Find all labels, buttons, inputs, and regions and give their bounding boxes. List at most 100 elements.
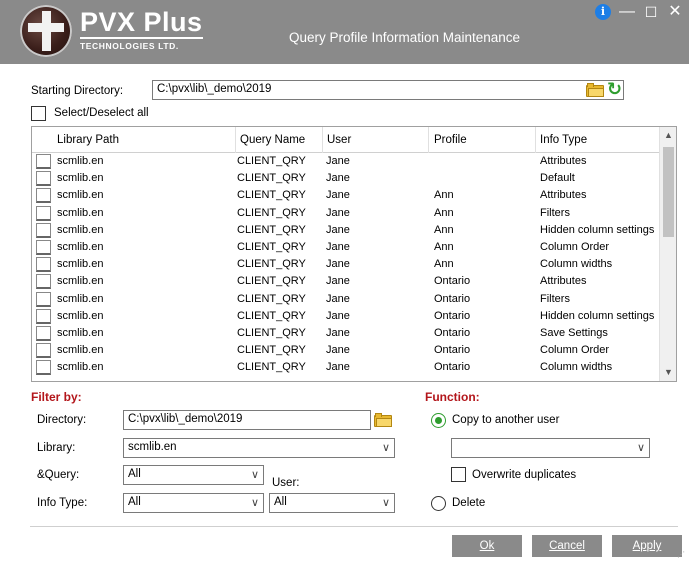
cell-library-path: scmlib.en	[57, 223, 104, 236]
filter-user-value: All	[274, 496, 287, 508]
cell-info-type: Save Settings	[540, 327, 608, 339]
resize-grip-icon[interactable]: ⋰	[677, 551, 687, 562]
select-all-checkbox[interactable]	[31, 106, 46, 121]
grid-header: Library Path Query Name User Profile Inf…	[32, 127, 660, 153]
row-checkbox[interactable]	[36, 240, 51, 255]
filter-by-title: Filter by:	[31, 390, 82, 404]
cell-profile: Ann	[434, 189, 454, 202]
delete-label: Delete	[452, 497, 486, 509]
cell-library-path: scmlib.en	[57, 275, 104, 288]
row-checkbox[interactable]	[36, 154, 51, 169]
row-checkbox[interactable]	[36, 205, 51, 221]
filter-library-label: Library:	[37, 442, 76, 454]
target-user-select[interactable]: ∨	[451, 438, 650, 458]
column-header-user[interactable]: User	[323, 127, 429, 153]
row-checkbox[interactable]	[36, 188, 51, 204]
grid-vertical-scrollbar[interactable]: ▲ ▼	[659, 127, 676, 381]
maximize-button[interactable]: ☐	[643, 4, 659, 20]
cell-query-name: CLIENT_QRY	[237, 258, 306, 271]
folder-icon[interactable]	[586, 83, 604, 97]
delete-radio[interactable]	[431, 496, 446, 511]
table-row[interactable]: scmlib.en CLIENT_QRY Jane Ann Column Order	[32, 239, 660, 256]
cell-user: Jane	[326, 172, 350, 185]
cell-info-type: Default	[540, 172, 575, 185]
cell-query-name: CLIENT_QRY	[237, 344, 306, 357]
table-row[interactable]: scmlib.en CLIENT_QRY Jane Ann Hidden column …	[32, 222, 660, 239]
cell-library-path: scmlib.en	[57, 241, 104, 253]
cell-profile: Ann	[434, 223, 454, 236]
row-checkbox[interactable]	[36, 274, 51, 290]
table-row[interactable]: scmlib.en CLIENT_QRY Jane Ontario Filters	[32, 291, 660, 308]
cell-user: Jane	[326, 327, 350, 339]
column-header-library-path[interactable]: Library Path	[32, 127, 236, 153]
row-checkbox[interactable]	[36, 308, 51, 324]
cell-query-name: CLIENT_QRY	[237, 292, 306, 305]
window-title: Query Profile Information Maintenance	[288, 30, 521, 45]
cell-user: Jane	[326, 258, 350, 271]
cell-user: Jane	[326, 361, 350, 374]
chevron-down-icon: ∨	[250, 469, 259, 481]
filter-query-label: &Query:	[37, 469, 80, 481]
query-profile-grid[interactable]: Library Path Query Name User Profile Inf…	[31, 126, 677, 382]
row-checkbox[interactable]	[36, 222, 51, 238]
ok-button[interactable]: Ok	[452, 535, 522, 557]
starting-directory-input[interactable]: C:\pvx\lib\_demo\2019	[152, 80, 624, 100]
scroll-down-icon[interactable]: ▼	[660, 364, 676, 381]
row-checkbox[interactable]	[36, 257, 51, 273]
cell-user: Jane	[326, 344, 350, 357]
filter-query-select[interactable]: All ∨	[123, 465, 264, 485]
table-row[interactable]: scmlib.en CLIENT_QRY Jane Default	[32, 170, 660, 187]
table-row[interactable]: scmlib.en CLIENT_QRY Jane Ontario Column wid…	[32, 359, 660, 376]
table-row[interactable]: scmlib.en CLIENT_QRY Jane Ontario Save Setti…	[32, 325, 660, 342]
filter-folder-icon[interactable]	[374, 413, 392, 427]
minimize-button[interactable]: —	[619, 4, 635, 20]
cell-query-name: CLIENT_QRY	[237, 206, 306, 219]
overwrite-duplicates-checkbox[interactable]	[451, 467, 466, 482]
column-header-query-name[interactable]: Query Name	[236, 127, 323, 153]
scroll-thumb[interactable]	[663, 147, 674, 237]
row-checkbox[interactable]	[36, 326, 51, 341]
cancel-button[interactable]: Cancel	[532, 535, 602, 557]
filter-user-select[interactable]: All ∨	[269, 493, 395, 513]
close-button[interactable]: ✕	[667, 4, 683, 20]
row-checkbox[interactable]	[36, 171, 51, 187]
chevron-down-icon: ∨	[250, 497, 259, 509]
cell-library-path: scmlib.en	[57, 344, 104, 357]
row-checkbox[interactable]	[36, 360, 51, 376]
filter-info-type-select[interactable]: All ∨	[123, 493, 264, 513]
table-row[interactable]: scmlib.en CLIENT_QRY Jane Ontario Attributes	[32, 273, 660, 290]
window-controls: i — ☐ ✕	[595, 4, 683, 20]
cell-query-name: CLIENT_QRY	[237, 172, 306, 185]
cell-query-name: CLIENT_QRY	[237, 309, 306, 322]
copy-radio[interactable]	[431, 413, 446, 428]
cell-info-type: Column widths	[540, 361, 613, 374]
column-header-info-type[interactable]: Info Type	[536, 127, 660, 153]
filter-library-select[interactable]: scmlib.en ∨	[123, 438, 395, 458]
row-checkbox[interactable]	[36, 343, 51, 359]
scroll-up-icon[interactable]: ▲	[660, 127, 676, 144]
refresh-icon[interactable]: ↻	[607, 80, 622, 98]
info-icon[interactable]: i	[595, 4, 611, 20]
apply-button[interactable]: Apply	[612, 535, 682, 557]
chevron-down-icon: ∨	[381, 442, 390, 454]
cell-info-type: Column Order	[540, 241, 610, 253]
cell-query-name: CLIENT_QRY	[237, 275, 306, 288]
cell-user: Jane	[326, 309, 350, 322]
cell-info-type: Attributes	[540, 275, 587, 288]
filter-info-type-value: All	[128, 496, 141, 508]
filter-directory-input[interactable]: C:\pvx\lib\_demo\2019	[123, 410, 371, 430]
row-checkbox[interactable]	[36, 291, 51, 307]
table-row[interactable]: scmlib.en CLIENT_QRY Jane Ann Filters	[32, 205, 660, 222]
cell-info-type: Filters	[540, 292, 570, 305]
cell-library-path: scmlib.en	[57, 361, 104, 374]
cell-user: Jane	[326, 241, 350, 253]
table-row[interactable]: scmlib.en CLIENT_QRY Jane Ontario Hidden col…	[32, 308, 660, 325]
table-row[interactable]: scmlib.en CLIENT_QRY Jane Ann Column widths	[32, 256, 660, 273]
table-row[interactable]: scmlib.en CLIENT_QRY Jane Ann Attributes	[32, 187, 660, 204]
filter-user-label: User:	[272, 477, 300, 489]
table-row[interactable]: scmlib.en CLIENT_QRY Jane Attributes	[32, 153, 660, 170]
cell-user: Jane	[326, 292, 350, 305]
cell-library-path: scmlib.en	[57, 155, 104, 167]
column-header-profile[interactable]: Profile	[429, 127, 536, 153]
table-row[interactable]: scmlib.en CLIENT_QRY Jane Ontario Column Ord…	[32, 342, 660, 359]
